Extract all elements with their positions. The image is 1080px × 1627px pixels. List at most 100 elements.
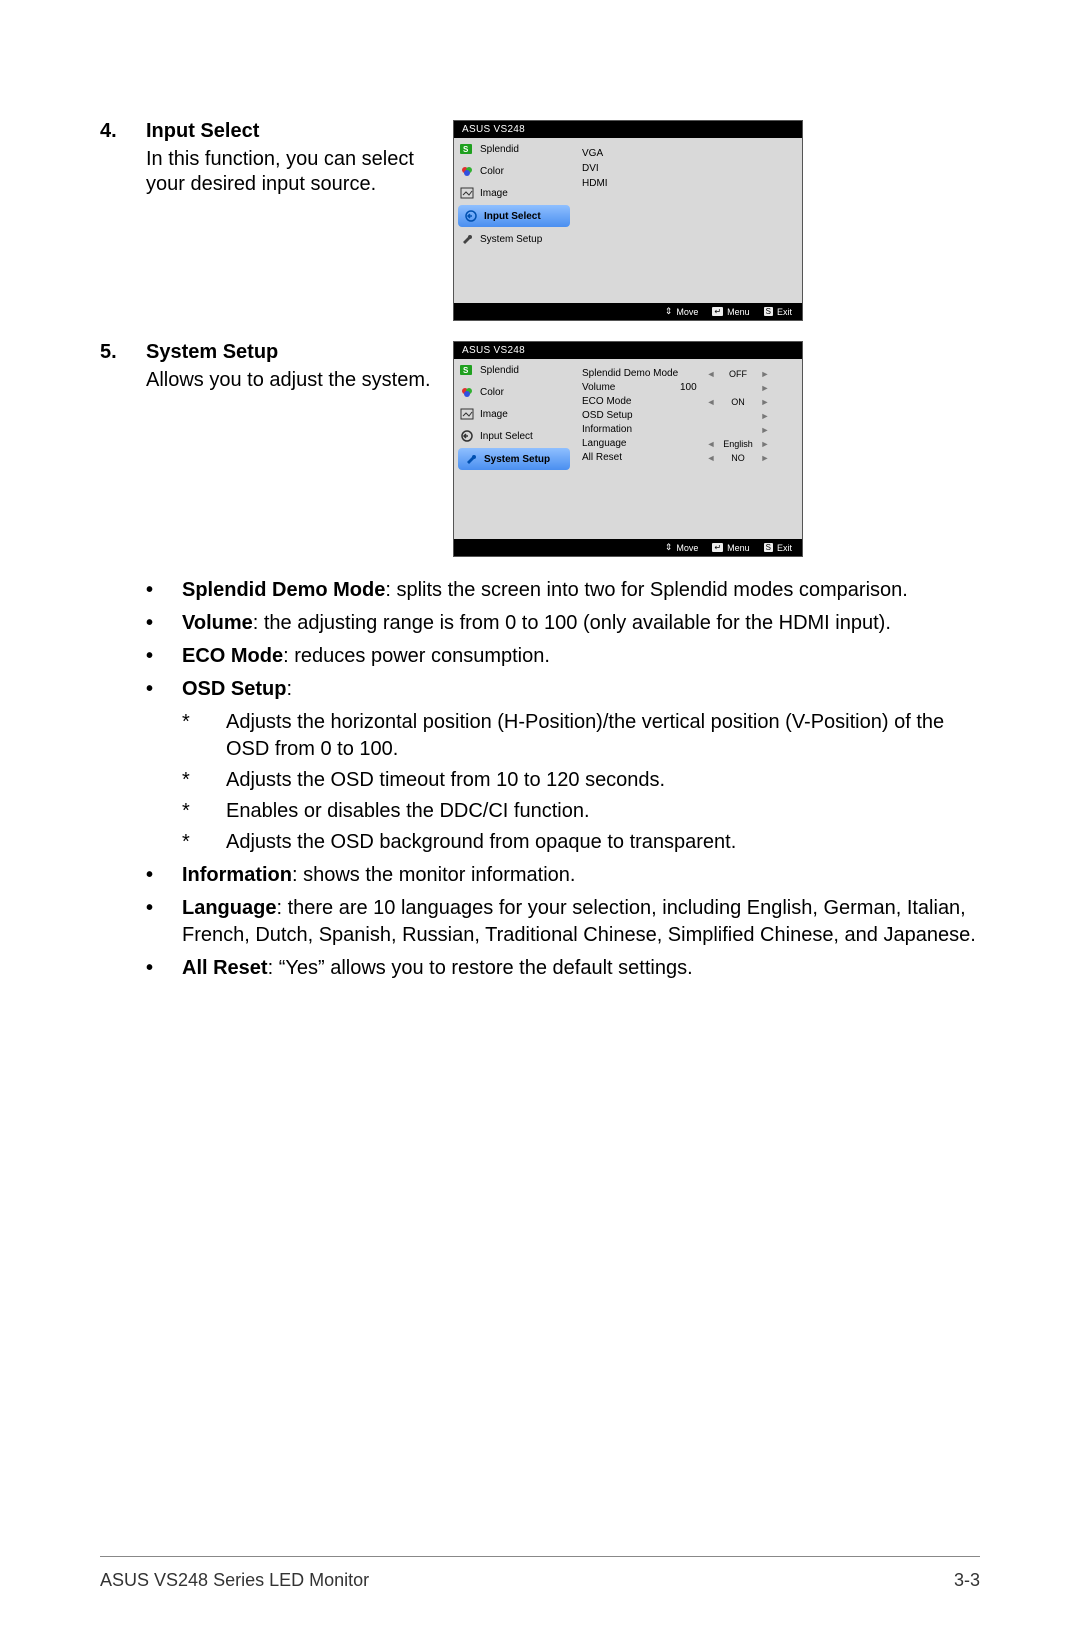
section-number: 4.: [100, 120, 146, 143]
left-arrow-icon: ◄: [702, 453, 720, 463]
right-arrow-icon: ►: [756, 425, 774, 435]
osd-menu-input-select[interactable]: Input Select: [454, 425, 574, 447]
osd-menu-label: System Setup: [480, 234, 542, 245]
setting-label: Language: [582, 438, 680, 449]
osd-menu-system-setup[interactable]: System Setup: [458, 448, 570, 470]
bullet-text: : the adjusting range is from 0 to 100 (…: [253, 612, 891, 634]
wrench-icon: [464, 453, 478, 465]
left-arrow-icon: ◄: [702, 397, 720, 407]
color-icon: [460, 165, 474, 177]
section-4-desc: In this function, you can select your de…: [146, 147, 435, 197]
manual-page: 4. Input Select In this function, you ca…: [0, 0, 1080, 1627]
footer-product: ASUS VS248 Series LED Monitor: [100, 1570, 369, 1591]
color-icon: [460, 386, 474, 398]
bullet-all-reset: • All Reset: “Yes” allows you to restore…: [146, 955, 980, 982]
osd-option[interactable]: DVI: [582, 163, 794, 174]
osd-side-menu: S Splendid Color Image Input Select: [454, 138, 574, 303]
wrench-icon: [460, 233, 474, 245]
bullet-text: : shows the monitor information.: [292, 864, 575, 886]
osd-options: VGA DVI HDMI: [574, 138, 802, 303]
osd-menu-image[interactable]: Image: [454, 182, 574, 204]
osd-setting-row[interactable]: ECO Mode◄ON►: [582, 396, 794, 407]
section-5-heading: 5. System Setup: [100, 341, 435, 364]
right-arrow-icon: ►: [756, 369, 774, 379]
osd-menu-splendid[interactable]: S Splendid: [454, 359, 574, 381]
osd-menu-image[interactable]: Image: [454, 403, 574, 425]
section-number: 5.: [100, 341, 146, 364]
updown-arrows-icon: ⇕: [665, 306, 673, 317]
left-arrow-icon: ◄: [702, 369, 720, 379]
asterisk-icon: *: [182, 798, 226, 825]
osd-setting-row[interactable]: Volume100►: [582, 382, 794, 393]
osd-key-menu: ↵Menu: [712, 307, 749, 317]
bullet-language: • Language: there are 10 languages for y…: [146, 895, 980, 949]
bullet-icon: •: [146, 895, 182, 949]
osd-menu-system-setup[interactable]: System Setup: [454, 228, 574, 250]
splendid-icon: S: [460, 143, 474, 155]
enter-key-icon: ↵: [712, 543, 723, 552]
bullet-text: : there are 10 languages for your select…: [182, 897, 976, 946]
bullet-title: OSD Setup: [182, 678, 286, 700]
osd-footer: ⇕Move ↵Menu SExit: [454, 303, 802, 320]
osd-title: ASUS VS248: [454, 342, 802, 359]
osd-setting-row[interactable]: Splendid Demo Mode ◄OFF►: [582, 368, 794, 379]
osd-options: Splendid Demo Mode◄OFF►Volume100►ECO Mod…: [574, 359, 802, 539]
setting-value: English: [720, 439, 756, 449]
setting-label: OSD Setup: [582, 410, 680, 421]
footer-page-number: 3-3: [954, 1570, 980, 1591]
osd-menu-color[interactable]: Color: [454, 160, 574, 182]
osd-menu-color[interactable]: Color: [454, 381, 574, 403]
bullet-title: ECO Mode: [182, 645, 283, 667]
updown-arrows-icon: ⇕: [665, 542, 673, 553]
osd-menu-label: System Setup: [484, 454, 550, 465]
page-footer: ASUS VS248 Series LED Monitor 3-3: [100, 1570, 980, 1591]
osd-setting-row[interactable]: Information ►: [582, 424, 794, 435]
svg-text:S: S: [463, 145, 469, 154]
bullet-title: All Reset: [182, 957, 268, 979]
osd-setting-row[interactable]: Language◄English►: [582, 438, 794, 449]
osd-title: ASUS VS248: [454, 121, 802, 138]
setting-value: NO: [720, 453, 756, 463]
osd-setting-row[interactable]: OSD Setup ►: [582, 410, 794, 421]
sub-bullet: *Adjusts the OSD timeout from 10 to 120 …: [182, 767, 980, 794]
osd-option[interactable]: HDMI: [582, 178, 794, 189]
osd-key-move: ⇕Move: [665, 306, 699, 317]
osd-panel-input-select: ASUS VS248 S Splendid Color Image: [453, 120, 803, 321]
osd-key-exit: SExit: [764, 307, 792, 317]
setting-label: Splendid Demo Mode: [582, 368, 680, 379]
osd-key-move: ⇕Move: [665, 542, 699, 553]
setting-value: OFF: [720, 369, 756, 379]
bullet-text: : splits the screen into two for Splendi…: [385, 579, 907, 601]
sub-bullet: *Adjusts the OSD background from opaque …: [182, 829, 980, 856]
bullet-text: : “Yes” allows you to restore the defaul…: [268, 957, 693, 979]
osd-menu-input-select[interactable]: Input Select: [458, 205, 570, 227]
osd-option[interactable]: VGA: [582, 148, 794, 159]
bullet-icon: •: [146, 577, 182, 604]
setting-value: ON: [720, 397, 756, 407]
bullet-icon: •: [146, 610, 182, 637]
osd-setting-row[interactable]: All Reset◄NO►: [582, 452, 794, 463]
section-title: Input Select: [146, 120, 259, 143]
bullet-eco: • ECO Mode: reduces power consumption.: [146, 643, 980, 670]
sub-bullet: *Enables or disables the DDC/CI function…: [182, 798, 980, 825]
s-key-icon: S: [764, 543, 773, 552]
osd-footer: ⇕Move ↵Menu SExit: [454, 539, 802, 556]
osd-menu-splendid[interactable]: S Splendid: [454, 138, 574, 160]
bullet-osd-setup: • OSD Setup:: [146, 676, 980, 703]
bullet-volume: • Volume: the adjusting range is from 0 …: [146, 610, 980, 637]
sub-bullet-text: Adjusts the horizontal position (H-Posit…: [226, 709, 980, 763]
right-arrow-icon: ►: [756, 411, 774, 421]
asterisk-icon: *: [182, 709, 226, 763]
setting-number: 100: [680, 382, 702, 393]
left-arrow-icon: ◄: [702, 439, 720, 449]
right-arrow-icon: ►: [756, 453, 774, 463]
section-5-desc: Allows you to adjust the system.: [146, 368, 435, 393]
bullet-title: Information: [182, 864, 292, 886]
splendid-icon: S: [460, 364, 474, 376]
section-4-heading: 4. Input Select: [100, 120, 435, 143]
svg-text:S: S: [463, 366, 469, 375]
setting-label: Information: [582, 424, 680, 435]
enter-key-icon: ↵: [712, 307, 723, 316]
osd-menu-label: Image: [480, 188, 508, 199]
osd-key-exit: SExit: [764, 543, 792, 553]
